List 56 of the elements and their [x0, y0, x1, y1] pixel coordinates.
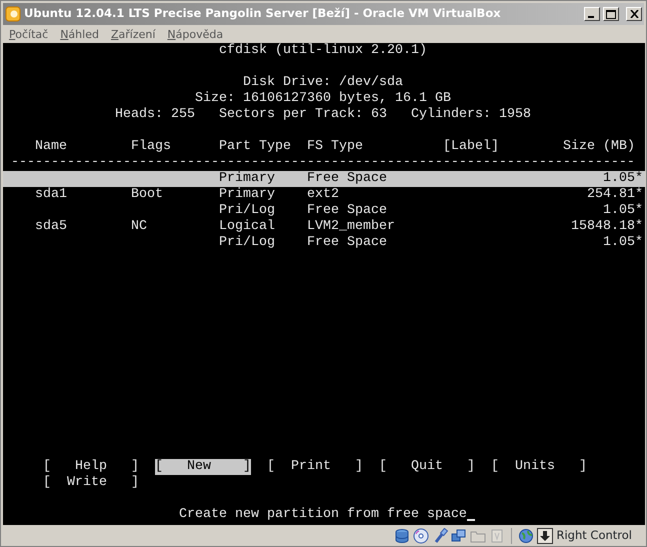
- close-icon: [630, 10, 638, 18]
- column-header: Flags: [131, 139, 172, 155]
- text-cursor: [467, 519, 475, 521]
- column-header: Name: [35, 139, 68, 155]
- menu-button[interactable]: [ Units ]: [491, 459, 587, 475]
- table-cell-text: sda5: [35, 219, 68, 235]
- column-header: Part Type: [219, 139, 292, 155]
- app-icon: [5, 6, 21, 22]
- table-cell-text: ext2: [307, 187, 340, 203]
- table-cell-text: Pri/Log: [219, 235, 276, 251]
- hard-disk-icon[interactable]: [394, 528, 410, 544]
- table-cell-text: Free Space: [307, 171, 388, 187]
- table-cell-text: Primary: [219, 171, 276, 187]
- menu-item[interactable]: Počítač: [9, 27, 48, 43]
- table-cell-text: 254.81*: [586, 187, 643, 203]
- disk-info: Disk Drive: /dev/sda: [242, 75, 404, 91]
- menu-button[interactable]: [ Help ]: [43, 459, 139, 475]
- table-cell-text: Pri/Log: [219, 203, 276, 219]
- disk-info: Size: 16106127360 bytes, 16.1 GB: [194, 91, 452, 107]
- close-button[interactable]: [626, 7, 642, 21]
- table-cell-text: Logical: [219, 219, 276, 235]
- window-title: Ubuntu 12.04.1 LTS Precise Pangolin Server [Beží] - Oracle VM VirtualBox: [24, 5, 502, 22]
- status-message: Create new partition from free space: [179, 507, 467, 523]
- menu-item[interactable]: Zařízení: [110, 27, 156, 43]
- menu-button[interactable]: [ Write ]: [43, 475, 139, 491]
- menu-item[interactable]: Náhled: [60, 27, 99, 43]
- table-cell-text: NC: [131, 219, 148, 235]
- table-cell-text: Free Space: [307, 235, 388, 251]
- host-key-label: Right Control: [556, 526, 632, 544]
- down-arrow-icon[interactable]: [537, 528, 554, 544]
- maximize-button[interactable]: [603, 7, 619, 21]
- table-cell-text: 15848.18*: [570, 219, 643, 235]
- program-title: cfdisk (util-linux 2.20.1): [218, 43, 428, 59]
- separator-line: ------------------------------------------------------------------------------: [11, 155, 635, 171]
- menu-button[interactable]: [ New ]: [155, 459, 251, 475]
- table-cell-text: 1.05*: [602, 171, 643, 187]
- table-cell-text: Boot: [131, 187, 164, 203]
- disk-info: Heads: 255 Sectors per Track: 63 Cylinders: 1958: [114, 107, 532, 123]
- table-cell-text: Free Space: [307, 203, 388, 219]
- minimize-button[interactable]: [584, 7, 600, 21]
- column-header: [Label]: [443, 139, 500, 155]
- usb-plug-icon[interactable]: [432, 528, 448, 544]
- optical-disc-icon[interactable]: [413, 528, 430, 544]
- menu-item[interactable]: Nápověda: [167, 27, 224, 43]
- menu-button[interactable]: [ Print ]: [267, 459, 363, 475]
- table-cell-text: Primary: [219, 187, 276, 203]
- table-cell-text: 1.05*: [602, 203, 643, 219]
- globe-icon[interactable]: [518, 528, 534, 544]
- menu-button[interactable]: [ Quit ]: [379, 459, 475, 475]
- table-cell-text: sda1: [35, 187, 68, 203]
- network-icon[interactable]: [451, 528, 468, 544]
- column-header: FS Type: [307, 139, 364, 155]
- table-cell-text: 1.05*: [602, 235, 643, 251]
- column-header: Size (MB): [562, 139, 635, 155]
- table-cell-text: LVM2_member: [307, 219, 396, 235]
- maximize-icon: [606, 10, 616, 18]
